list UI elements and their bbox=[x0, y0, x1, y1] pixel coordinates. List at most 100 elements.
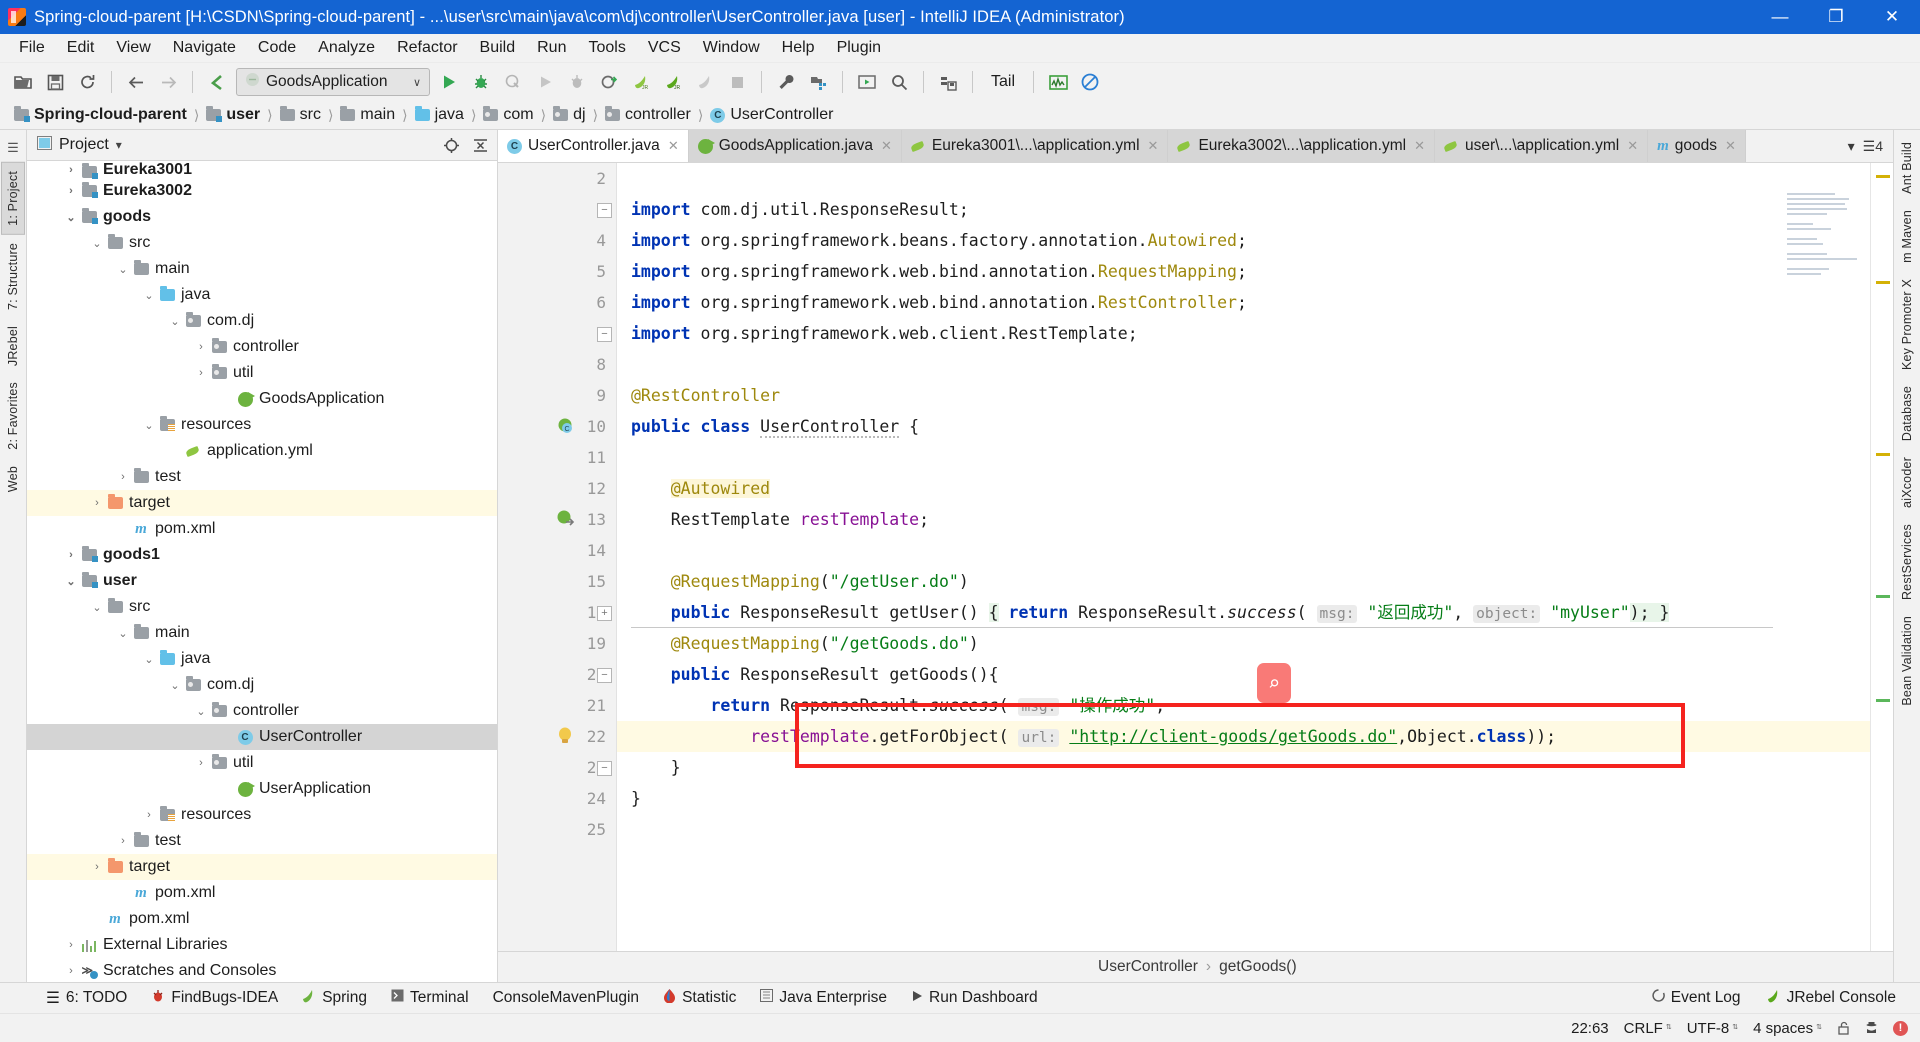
chevron-right-icon[interactable]: › bbox=[63, 162, 79, 178]
chevron-down-icon[interactable]: ⌄ bbox=[115, 627, 131, 640]
tree-node-goods[interactable]: ⌄ goods bbox=[27, 204, 497, 230]
menu-vcs[interactable]: VCS bbox=[637, 36, 692, 60]
sidebar-item-ant-build[interactable]: Ant Build bbox=[1896, 134, 1918, 202]
fold-expand-icon[interactable]: + bbox=[597, 606, 612, 621]
breadcrumb-com[interactable]: com bbox=[479, 105, 537, 125]
menu-analyze[interactable]: Analyze bbox=[307, 36, 386, 60]
tool-window-findbugs[interactable]: FindBugs-IDEA bbox=[141, 987, 288, 1010]
tool-window-run-dashboard[interactable]: Run Dashboard bbox=[901, 987, 1048, 1009]
attach-process-icon[interactable] bbox=[594, 68, 624, 96]
bottom-breadcrumb-class[interactable]: UserController bbox=[1098, 958, 1198, 976]
tab-usercontroller-java[interactable]: C UserController.java ✕ bbox=[498, 130, 689, 162]
menu-code[interactable]: Code bbox=[247, 36, 307, 60]
locate-target-icon[interactable] bbox=[440, 134, 462, 156]
menu-refactor[interactable]: Refactor bbox=[386, 36, 468, 60]
close-icon[interactable]: ✕ bbox=[1725, 138, 1736, 154]
breadcrumb-usercontroller[interactable]: C UserController bbox=[706, 105, 837, 125]
tree-node-util[interactable]: › util bbox=[27, 750, 497, 776]
project-structure-icon[interactable] bbox=[803, 68, 833, 96]
warning-marker[interactable] bbox=[1876, 175, 1890, 178]
spring-autowired-gutter-icon[interactable] bbox=[556, 509, 578, 531]
editor-gutter[interactable]: 234567891011121314151619202122232425C−−+… bbox=[498, 163, 617, 951]
open-folder-icon[interactable] bbox=[8, 68, 38, 96]
close-icon[interactable]: ✕ bbox=[1414, 138, 1425, 154]
chevron-right-icon[interactable]: › bbox=[89, 497, 105, 509]
warning-marker[interactable] bbox=[1876, 281, 1890, 284]
info-marker[interactable] bbox=[1876, 595, 1890, 598]
tab-user-application-yml[interactable]: user\...\application.yml ✕ bbox=[1435, 130, 1649, 162]
chevron-right-icon[interactable]: › bbox=[141, 809, 157, 821]
collapse-all-icon[interactable] bbox=[469, 134, 491, 156]
tab-goods[interactable]: m goods ✕ bbox=[1648, 130, 1746, 162]
intention-bulb-icon[interactable] bbox=[556, 726, 578, 748]
jrebel-gray-icon[interactable] bbox=[690, 68, 720, 96]
breadcrumb-spring-cloud-parent[interactable]: Spring-cloud-parent bbox=[10, 105, 191, 125]
tool-window-java-enterprise[interactable]: Java Enterprise bbox=[750, 987, 897, 1009]
tree-node-external-libraries[interactable]: › External Libraries bbox=[27, 932, 497, 958]
jrebel-debug-icon[interactable]: JR bbox=[626, 68, 656, 96]
run-icon[interactable] bbox=[434, 68, 464, 96]
line-separator[interactable]: CRLF ⇅ bbox=[1624, 1020, 1672, 1037]
chevron-right-icon[interactable]: › bbox=[63, 185, 79, 197]
tree-node-src[interactable]: ⌄ src bbox=[27, 230, 497, 256]
fold-collapse-icon[interactable]: − bbox=[597, 327, 612, 342]
breadcrumb-main[interactable]: main bbox=[336, 105, 399, 125]
tool-windows-menu-icon[interactable]: ☰ bbox=[7, 140, 19, 156]
fold-collapse-icon[interactable]: − bbox=[597, 761, 612, 776]
breadcrumb-controller[interactable]: controller bbox=[601, 105, 695, 125]
tree-node-target[interactable]: › target bbox=[27, 854, 497, 880]
sidebar-item-aixcoder[interactable]: aiXcoder bbox=[1896, 449, 1918, 516]
tree-node-goodsapplication[interactable]: GoodsApplication bbox=[27, 386, 497, 412]
chevron-right-icon[interactable]: › bbox=[63, 965, 79, 977]
tree-node-main[interactable]: ⌄ main bbox=[27, 256, 497, 282]
menu-build[interactable]: Build bbox=[469, 36, 527, 60]
menu-help[interactable]: Help bbox=[771, 36, 826, 60]
tree-node-pom-xml[interactable]: m pom.xml bbox=[27, 906, 497, 932]
close-button[interactable]: ✕ bbox=[1864, 0, 1920, 34]
statistic-chart-icon[interactable] bbox=[1043, 68, 1073, 96]
tree-node-pom-xml[interactable]: m pom.xml bbox=[27, 880, 497, 906]
breadcrumb-java[interactable]: java bbox=[411, 105, 468, 125]
tool-window-console-maven-plugin[interactable]: ConsoleMavenPlugin bbox=[483, 987, 649, 1009]
menu-file[interactable]: File bbox=[8, 36, 56, 60]
chevron-right-icon[interactable]: › bbox=[63, 549, 79, 561]
tree-node-target[interactable]: › target bbox=[27, 490, 497, 516]
minimize-button[interactable]: — bbox=[1752, 0, 1808, 34]
hector-icon[interactable] bbox=[1865, 1021, 1878, 1035]
run-with-coverage-icon[interactable] bbox=[498, 68, 528, 96]
caret-position[interactable]: 22:63 bbox=[1571, 1020, 1609, 1037]
maximize-button[interactable]: ❐ bbox=[1808, 0, 1864, 34]
debug-gray-icon[interactable] bbox=[562, 68, 592, 96]
tree-node-com-dj[interactable]: ⌄ com.dj bbox=[27, 308, 497, 334]
tool-window-statistic[interactable]: Statistic bbox=[653, 987, 746, 1010]
error-badge-icon[interactable]: ! bbox=[1893, 1020, 1908, 1036]
tab-eureka3002-application-yml[interactable]: Eureka3002\...\application.yml ✕ bbox=[1168, 130, 1435, 162]
search-everywhere-icon[interactable] bbox=[884, 68, 914, 96]
chevron-down-icon[interactable]: ∨ bbox=[413, 76, 421, 89]
chevron-right-icon[interactable]: › bbox=[89, 861, 105, 873]
sync-icon[interactable] bbox=[72, 68, 102, 96]
chevron-right-icon[interactable]: › bbox=[193, 757, 209, 769]
tab-count-badge[interactable]: ☰4 bbox=[1863, 138, 1883, 155]
tree-node-test[interactable]: › test bbox=[27, 464, 497, 490]
run-configuration-selector[interactable]: GoodsApplication ∨ bbox=[236, 68, 430, 96]
chevron-down-icon[interactable]: ⌄ bbox=[63, 211, 79, 224]
project-tree[interactable]: › Eureka3001 › Eureka3002 ⌄ goods ⌄ src ⌄ main ⌄ ja… bbox=[27, 161, 497, 982]
chevron-down-icon[interactable]: ⌄ bbox=[115, 263, 131, 276]
chevron-down-icon[interactable]: ⌄ bbox=[167, 315, 183, 328]
no-entry-icon[interactable] bbox=[1075, 68, 1105, 96]
tool-window-terminal[interactable]: Terminal bbox=[381, 987, 479, 1009]
chevron-down-icon[interactable]: ⌄ bbox=[141, 289, 157, 302]
chevron-right-icon[interactable]: › bbox=[63, 939, 79, 951]
save-all-icon[interactable] bbox=[40, 68, 70, 96]
tree-node-scratches-and-consoles[interactable]: › ≫ Scratches and Consoles bbox=[27, 958, 497, 982]
sidebar-item-project[interactable]: 1: Project bbox=[1, 162, 25, 235]
tail-button[interactable]: Tail bbox=[982, 69, 1024, 95]
warning-marker[interactable] bbox=[1876, 453, 1890, 456]
breadcrumb-user[interactable]: user bbox=[202, 105, 264, 125]
tree-node-eureka3001[interactable]: › Eureka3001 bbox=[27, 162, 497, 179]
tree-node-application-yml[interactable]: application.yml bbox=[27, 438, 497, 464]
tree-node-controller[interactable]: › controller bbox=[27, 334, 497, 360]
tree-node-java[interactable]: ⌄ java bbox=[27, 646, 497, 672]
tree-node-resources[interactable]: ⌄ resources bbox=[27, 412, 497, 438]
